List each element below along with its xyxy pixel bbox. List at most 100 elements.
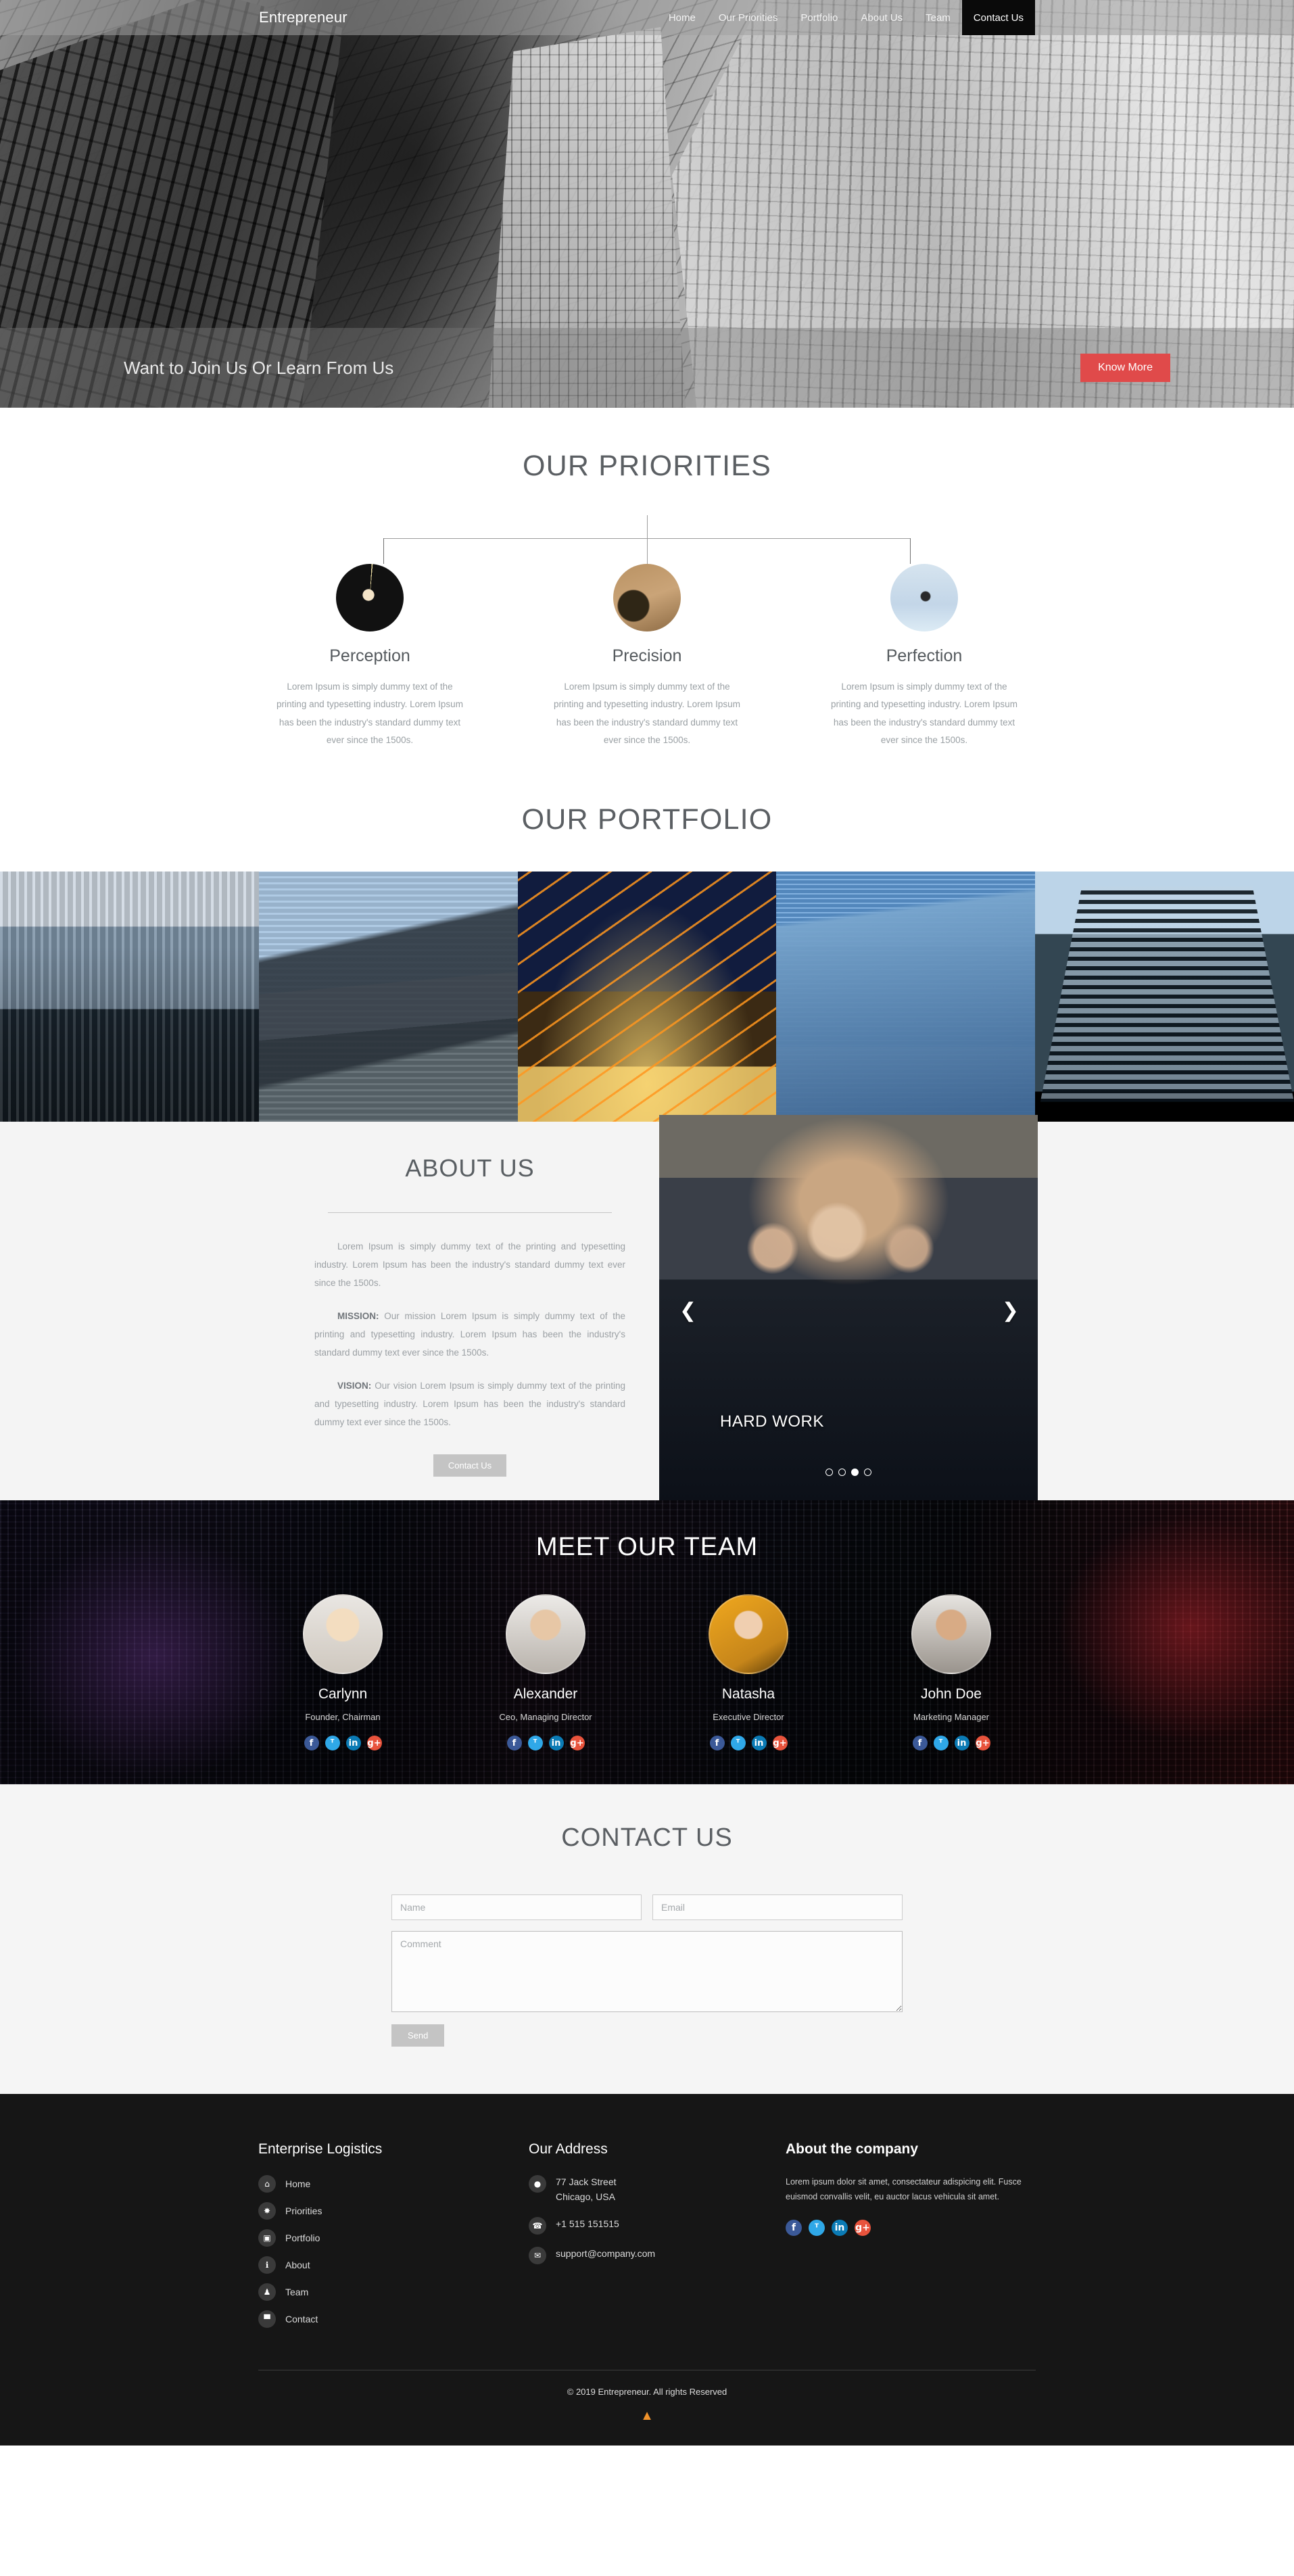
- twitter-icon[interactable]: ᵀ: [325, 1736, 340, 1751]
- carousel-dot-1[interactable]: [825, 1469, 833, 1477]
- priority-name: Perception: [329, 646, 410, 665]
- twitter-icon[interactable]: ᵀ: [527, 1736, 543, 1751]
- footer-address-text: 77 Jack Street Chicago, USA: [556, 2175, 617, 2204]
- nav-links: Home Our Priorities Portfolio About Us T…: [657, 0, 1035, 35]
- top-navbar: Entrepreneur Home Our Priorities Portfol…: [0, 0, 1294, 35]
- team-members: Carlynn Founder, Chairman f ᵀ in g+ Alex…: [262, 1594, 1032, 1751]
- nav-item-contact-us[interactable]: Contact Us: [961, 0, 1035, 35]
- priority-name: Precision: [612, 646, 682, 665]
- facebook-icon[interactable]: f: [912, 1736, 928, 1751]
- footer-link-priorities[interactable]: ✸ Priorities: [258, 2202, 529, 2220]
- portfolio-item-blue-glass-tower[interactable]: [776, 872, 1036, 1122]
- info-icon: ℹ: [258, 2256, 276, 2274]
- site-brand[interactable]: Entrepreneur: [259, 9, 348, 26]
- google-plus-icon[interactable]: g+: [366, 1736, 382, 1751]
- team-member-name: Carlynn: [318, 1686, 368, 1702]
- footer-link-contact[interactable]: ▀ Contact: [258, 2310, 529, 2329]
- about-image-carousel[interactable]: ❮ ❯ HARD WORK: [659, 1115, 1038, 1508]
- footer-link-portfolio[interactable]: ▣ Portfolio: [258, 2229, 529, 2247]
- priority-card-precision: Precision Lorem Ipsum is simply dummy te…: [535, 564, 759, 749]
- footer-social-links: f ᵀ in g+: [786, 2220, 1036, 2236]
- facebook-icon[interactable]: f: [506, 1736, 522, 1751]
- facebook-icon[interactable]: f: [786, 2220, 802, 2236]
- bearded-man-portrait-photo: [506, 1594, 585, 1675]
- team-member-role: Ceo, Managing Director: [499, 1712, 592, 1723]
- priorities-connector-lines: [383, 515, 911, 564]
- team-member-alexander: Alexander Ceo, Managing Director f ᵀ in …: [464, 1594, 627, 1751]
- portfolio-item-glass-skyscraper[interactable]: [258, 872, 518, 1122]
- priorities-section: OUR PRIORITIES Perception Lorem Ipsum is…: [0, 408, 1294, 777]
- nav-item-our-priorities[interactable]: Our Priorities: [707, 0, 790, 35]
- linkedin-icon[interactable]: in: [751, 1736, 767, 1751]
- google-plus-icon[interactable]: g+: [975, 1736, 990, 1751]
- businessmen-handshake-photo: [659, 1115, 1038, 1508]
- footer-link-about[interactable]: ℹ About: [258, 2256, 529, 2274]
- portfolio-item-dark-curved-highrise[interactable]: [1035, 872, 1294, 1122]
- welder-grinding-sparks-photo: [336, 564, 404, 631]
- team-member-role: Marketing Manager: [913, 1712, 989, 1723]
- linkedin-icon[interactable]: in: [832, 2220, 848, 2236]
- nav-item-team[interactable]: Team: [914, 0, 962, 35]
- chevron-right-icon[interactable]: ❯: [1002, 1301, 1019, 1321]
- team-member-carlynn: Carlynn Founder, Chairman f ᵀ in g+: [262, 1594, 424, 1751]
- portfolio-item-city-skyline[interactable]: [0, 872, 259, 1122]
- chevron-up-icon[interactable]: ▲: [0, 2409, 1294, 2446]
- team-member-name: Alexander: [513, 1686, 578, 1702]
- team-social-links: f ᵀ in g+: [464, 1736, 627, 1751]
- about-paragraph-intro: Lorem Ipsum is simply dummy text of the …: [314, 1241, 625, 1289]
- footer-links-column: Enterprise Logistics ⌂ Home ✸ Priorities…: [258, 2141, 529, 2337]
- priority-name: Perfection: [886, 646, 963, 665]
- carousel-dot-2[interactable]: [838, 1469, 846, 1477]
- hero-caption-bar: Want to Join Us Or Learn From Us Know Mo…: [0, 328, 1294, 408]
- twitter-icon[interactable]: ᵀ: [809, 2220, 825, 2236]
- nav-item-about-us[interactable]: About Us: [849, 0, 914, 35]
- priorities-title: OUR PRIORITIES: [522, 450, 771, 482]
- footer-link-team[interactable]: ♟ Team: [258, 2283, 529, 2301]
- priority-text: Lorem Ipsum is simply dummy text of the …: [831, 682, 1017, 745]
- about-section: ABOUT US Lorem Ipsum is simply dummy tex…: [0, 1115, 1294, 1508]
- team-member-role: Executive Director: [713, 1712, 784, 1723]
- send-button[interactable]: Send: [391, 2024, 445, 2047]
- mobile-icon: ▀: [258, 2310, 276, 2329]
- hero-section: Entrepreneur Home Our Priorities Portfol…: [0, 0, 1294, 408]
- about-contact-us-button[interactable]: Contact Us: [433, 1454, 507, 1477]
- priorities-cards: Perception Lorem Ipsum is simply dummy t…: [258, 564, 1036, 749]
- know-more-button[interactable]: Know More: [1080, 354, 1170, 382]
- priority-card-perception: Perception Lorem Ipsum is simply dummy t…: [258, 564, 481, 749]
- nav-item-home[interactable]: Home: [657, 0, 707, 35]
- google-plus-icon[interactable]: g+: [569, 1736, 585, 1751]
- facebook-icon[interactable]: f: [304, 1736, 319, 1751]
- contact-title: CONTACT US: [561, 1823, 733, 1853]
- comment-textarea[interactable]: [391, 1931, 903, 2013]
- team-member-name: Natasha: [721, 1686, 775, 1702]
- carousel-dot-4[interactable]: [864, 1469, 871, 1477]
- portfolio-item-orange-lit-building[interactable]: [517, 872, 777, 1122]
- name-input[interactable]: [391, 1894, 642, 1921]
- team-member-name: John Doe: [921, 1686, 982, 1702]
- footer-email-row[interactable]: ✉ support@company.com: [529, 2246, 786, 2264]
- footer-phone-row[interactable]: ☎ +1 515 151515: [529, 2216, 786, 2235]
- linkedin-icon[interactable]: in: [345, 1736, 361, 1751]
- google-plus-icon[interactable]: g+: [855, 2220, 871, 2236]
- email-input[interactable]: [652, 1894, 903, 1921]
- carousel-dot-3[interactable]: [851, 1469, 859, 1477]
- footer-link-label: Home: [285, 2178, 311, 2190]
- envelope-icon: ✉: [529, 2246, 546, 2264]
- twitter-icon[interactable]: ᵀ: [933, 1736, 949, 1751]
- contact-form-row-1: [391, 1894, 903, 1921]
- nav-item-portfolio[interactable]: Portfolio: [789, 0, 849, 35]
- footer-link-home[interactable]: ⌂ Home: [258, 2175, 529, 2193]
- linkedin-icon[interactable]: in: [548, 1736, 564, 1751]
- footer-address-column: Our Address ● 77 Jack Street Chicago, US…: [529, 2141, 786, 2337]
- facebook-icon[interactable]: f: [709, 1736, 725, 1751]
- team-member-john-doe: John Doe Marketing Manager f ᵀ in g+: [870, 1594, 1032, 1751]
- footer-link-label: Contact: [285, 2314, 318, 2325]
- twitter-icon[interactable]: ᵀ: [730, 1736, 746, 1751]
- footer-address-heading: Our Address: [529, 2141, 608, 2157]
- priority-text: Lorem Ipsum is simply dummy text of the …: [277, 682, 463, 745]
- linkedin-icon[interactable]: in: [954, 1736, 969, 1751]
- about-title: ABOUT US: [405, 1154, 535, 1183]
- chevron-left-icon[interactable]: ❮: [679, 1301, 696, 1321]
- google-plus-icon[interactable]: g+: [772, 1736, 788, 1751]
- footer-email-text: support@company.com: [556, 2247, 656, 2259]
